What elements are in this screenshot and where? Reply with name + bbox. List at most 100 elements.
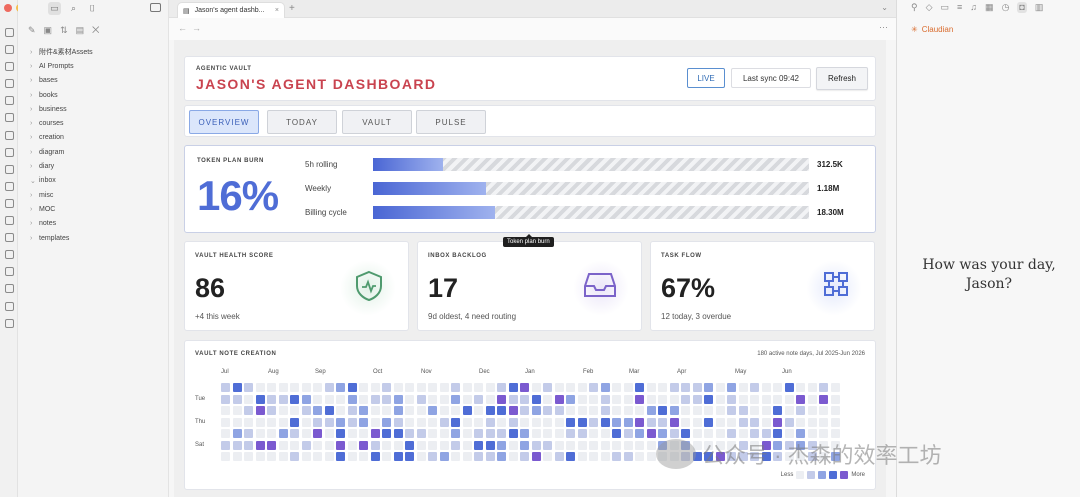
heatmap-cell[interactable]	[796, 394, 805, 404]
heatmap-cell[interactable]	[520, 429, 529, 438]
ribbon-list-icon[interactable]	[4, 233, 14, 243]
heatmap-cell[interactable]	[577, 394, 587, 404]
heatmap-cell[interactable]	[715, 406, 725, 415]
heatmap-cell[interactable]	[738, 406, 748, 415]
heatmap-cell[interactable]	[405, 452, 414, 461]
heatmap-cell[interactable]	[497, 417, 506, 427]
heatmap-cell[interactable]	[244, 394, 253, 404]
heatmap-cell[interactable]	[439, 406, 449, 415]
chevron-right-icon[interactable]: ›	[30, 120, 39, 127]
ribbon-calendar2-icon[interactable]	[4, 198, 14, 208]
heatmap-cell[interactable]	[290, 440, 299, 450]
heatmap-cell[interactable]	[255, 383, 265, 392]
heatmap-cell[interactable]	[773, 429, 782, 438]
heatmap-cell[interactable]	[784, 429, 794, 438]
heatmap-cell[interactable]	[232, 406, 242, 415]
heatmap-cell[interactable]	[669, 429, 679, 438]
heatmap-cell[interactable]	[738, 394, 748, 404]
heatmap-cell[interactable]	[324, 383, 334, 392]
heatmap-cell[interactable]	[508, 452, 518, 461]
heatmap-cell[interactable]	[520, 406, 529, 415]
heatmap-cell[interactable]	[485, 406, 495, 415]
folder-item[interactable]: › bases	[30, 74, 170, 88]
heatmap-cell[interactable]	[439, 394, 449, 404]
heatmap-cell[interactable]	[623, 383, 633, 392]
heatmap-cell[interactable]	[370, 383, 380, 392]
ribbon-copy-icon[interactable]	[4, 113, 14, 123]
heatmap-cell[interactable]	[232, 394, 242, 404]
heatmap-cell[interactable]	[497, 440, 506, 450]
heatmap-cell[interactable]	[382, 417, 391, 427]
heatmap-cell[interactable]	[428, 394, 437, 404]
heatmap-cell[interactable]	[773, 394, 782, 404]
heatmap-cell[interactable]	[727, 394, 736, 404]
heatmap-cell[interactable]	[382, 406, 391, 415]
heatmap-cell[interactable]	[773, 417, 782, 427]
heatmap-cell[interactable]	[290, 452, 299, 461]
heatmap-cell[interactable]	[370, 452, 380, 461]
heatmap-cell[interactable]	[313, 429, 322, 438]
heatmap-cell[interactable]	[416, 394, 426, 404]
heatmap-cell[interactable]	[416, 406, 426, 415]
heatmap-cell[interactable]	[669, 417, 679, 427]
heatmap-cell[interactable]	[313, 406, 322, 415]
heatmap-cell[interactable]	[658, 383, 667, 392]
heatmap-cell[interactable]	[761, 383, 771, 392]
heatmap-cell[interactable]	[566, 429, 575, 438]
heatmap-cell[interactable]	[796, 429, 805, 438]
heatmap-cell[interactable]	[692, 406, 702, 415]
heatmap-cell[interactable]	[646, 394, 656, 404]
heatmap-cell[interactable]	[393, 417, 403, 427]
heatmap-cell[interactable]	[497, 383, 506, 392]
heatmap-cell[interactable]	[405, 394, 414, 404]
heatmap-cell[interactable]	[612, 429, 621, 438]
heatmap-cell[interactable]	[324, 440, 334, 450]
heatmap-cell[interactable]	[451, 452, 460, 461]
heatmap-cell[interactable]	[347, 440, 357, 450]
heatmap-cell[interactable]	[508, 440, 518, 450]
folder-item[interactable]: › creation	[30, 131, 170, 145]
heatmap-cell[interactable]	[807, 406, 817, 415]
heatmap-cell[interactable]	[520, 452, 529, 461]
tab-dashboard[interactable]: ▤ Jason's agent dashb... ×	[177, 2, 285, 18]
heatmap-cell[interactable]	[635, 452, 644, 461]
heatmap-cell[interactable]	[508, 394, 518, 404]
heatmap-cell[interactable]	[681, 394, 690, 404]
heatmap-cell[interactable]	[370, 417, 380, 427]
heatmap-cell[interactable]	[761, 406, 771, 415]
heatmap-cell[interactable]	[784, 417, 794, 427]
heatmap-cell[interactable]	[359, 417, 368, 427]
heatmap-cell[interactable]	[290, 429, 299, 438]
sort-icon[interactable]: ⇅	[60, 25, 68, 36]
heatmap-cell[interactable]	[278, 394, 288, 404]
bell-icon[interactable]: ♫	[970, 2, 977, 13]
heatmap-cell[interactable]	[244, 429, 253, 438]
folder-icon[interactable]: ▭	[48, 2, 61, 15]
heatmap-cell[interactable]	[405, 417, 414, 427]
heatmap-cell[interactable]	[623, 417, 633, 427]
tag-icon[interactable]: ◇	[926, 2, 933, 13]
heatmap-cell[interactable]	[267, 452, 276, 461]
heatmap-cell[interactable]	[324, 406, 334, 415]
heatmap-cell[interactable]	[359, 406, 368, 415]
chevron-right-icon[interactable]: ›	[30, 63, 39, 70]
heatmap-cell[interactable]	[393, 406, 403, 415]
heatmap-cell[interactable]	[497, 394, 506, 404]
heatmap-cell[interactable]	[531, 452, 541, 461]
ribbon-calendar-icon[interactable]	[4, 96, 14, 106]
heatmap-cell[interactable]	[382, 394, 391, 404]
heatmap-cell[interactable]	[244, 417, 253, 427]
heatmap-cell[interactable]	[681, 429, 690, 438]
heatmap-cell[interactable]	[577, 440, 587, 450]
heatmap-cell[interactable]	[508, 429, 518, 438]
heatmap-cell[interactable]	[474, 406, 483, 415]
panel-toggle-icon[interactable]: ▥	[1035, 2, 1044, 13]
heatmap-cell[interactable]	[324, 417, 334, 427]
heatmap-cell[interactable]	[543, 406, 552, 415]
heatmap-cell[interactable]	[244, 440, 253, 450]
heatmap-cell[interactable]	[669, 406, 679, 415]
heatmap-cell[interactable]	[416, 452, 426, 461]
heatmap-cell[interactable]	[278, 406, 288, 415]
sidebar-toggle-icon[interactable]	[150, 3, 161, 12]
heatmap-cell[interactable]	[554, 452, 564, 461]
